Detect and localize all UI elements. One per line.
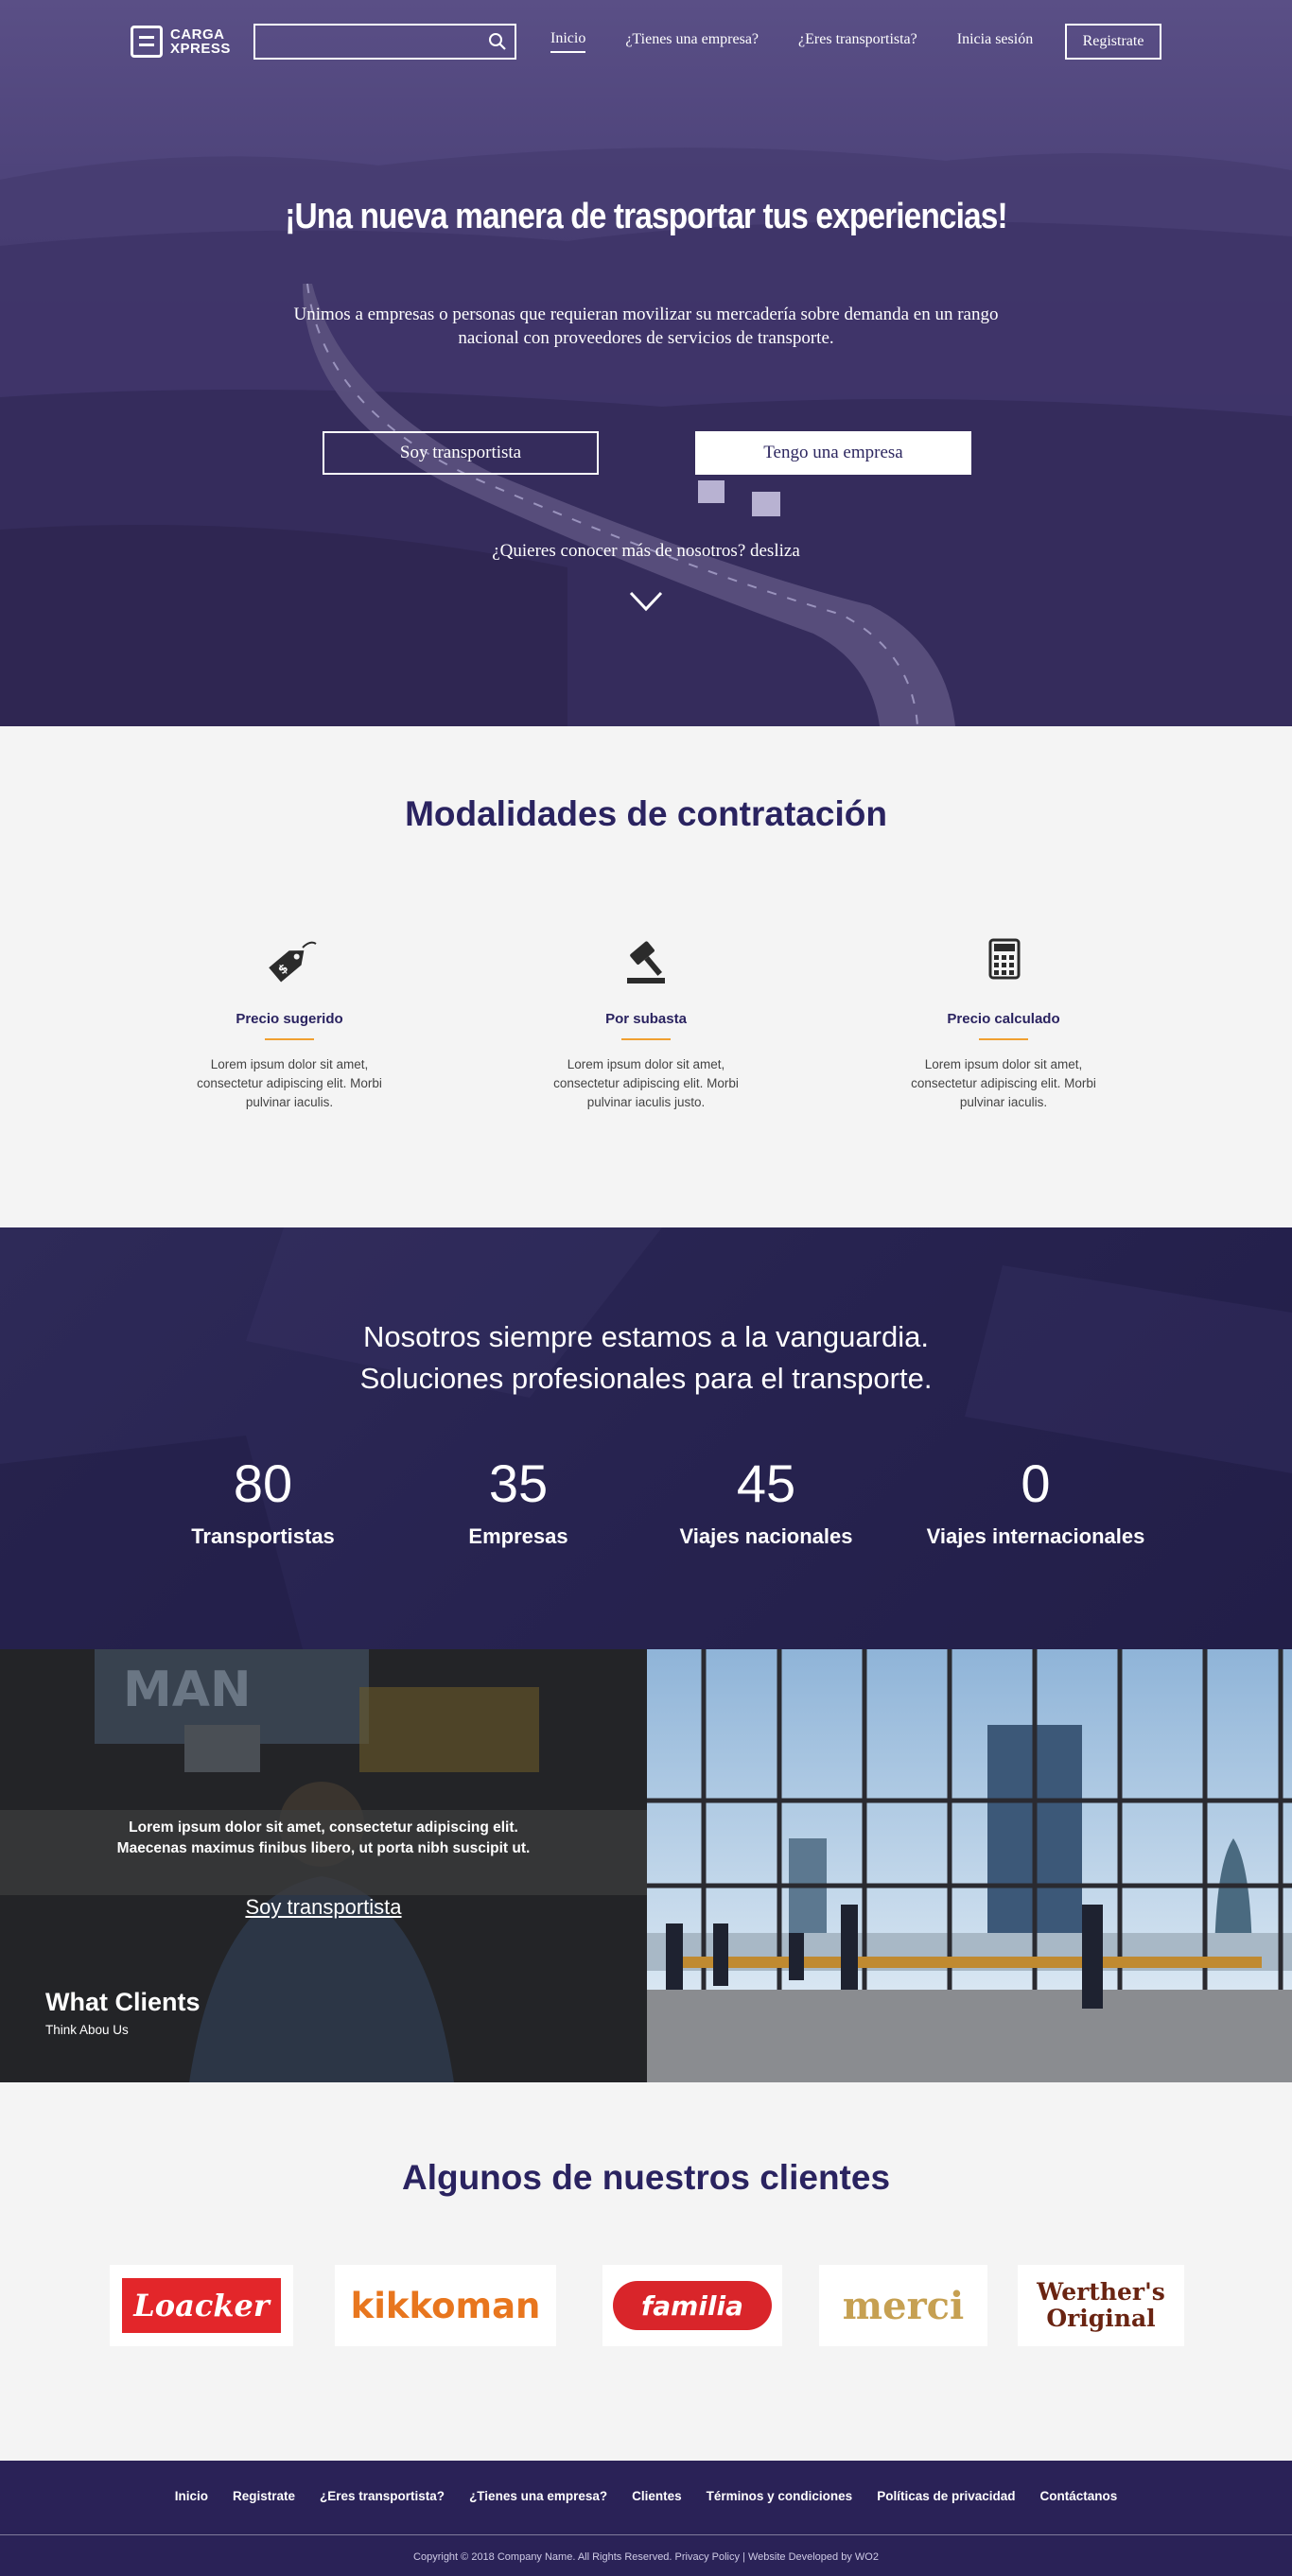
soy-transportista-button[interactable]: Soy transportista <box>323 431 599 475</box>
footer-link-privacidad[interactable]: Políticas de privacidad <box>877 2489 1015 2503</box>
mode-name: Precio calculado <box>947 1011 1060 1027</box>
tengo-empresa-button[interactable]: Tengo una empresa <box>695 431 971 475</box>
kikkoman-logo-text: kikkoman <box>350 2285 541 2326</box>
split-section: MAN Lorem ipsum dolor sit amet, consecte… <box>0 1649 1292 2082</box>
stat-label: Viajes nacionales <box>679 1524 853 1548</box>
stats-section: Nosotros siempre estamos a la vanguardia… <box>0 1227 1292 1649</box>
stat-viajes-nacionales: 45 Viajes nacionales <box>643 1453 889 1549</box>
client-logo-loacker: Loacker <box>110 2265 293 2346</box>
search-input[interactable] <box>253 24 516 60</box>
stat-empresas: 35 Empresas <box>395 1453 641 1549</box>
footer-link-registrate[interactable]: Registrate <box>233 2489 295 2503</box>
gavel-icon <box>627 941 665 983</box>
stats-background-image <box>0 1227 1292 1649</box>
nav-link-transportista[interactable]: ¿Eres transportista? <box>798 31 917 52</box>
city-view-image <box>647 1649 1292 2082</box>
stat-value: 35 <box>488 1453 549 1513</box>
calculator-icon <box>988 938 1021 980</box>
mode-card-precio-sugerido: $ Precio sugerido Lorem ipsum dolor sit … <box>176 934 403 1112</box>
nav-links: Inicio ¿Tienes una empresa? ¿Eres transp… <box>550 23 1073 61</box>
client-logo-merci: merci <box>819 2265 987 2346</box>
mode-card-por-subasta: Por subasta Lorem ipsum dolor sit amet, … <box>533 934 759 1112</box>
testimonial-text: Lorem ipsum dolor sit amet, consectetur … <box>116 1819 531 1856</box>
client-logo-familia: familia <box>602 2265 782 2346</box>
site-logo[interactable]: CARGA XPRESS <box>131 23 231 61</box>
hero-subtitle: Unimos a empresas o personas que requier… <box>293 305 999 348</box>
footer-link-clientes[interactable]: Clientes <box>632 2489 682 2503</box>
familia-logo-text: familia <box>613 2281 772 2330</box>
stats-heading-line2: Soluciones profesionales para el transpo… <box>359 1362 933 1395</box>
footer-copyright: Copyright © 2018 Company Name. All Right… <box>413 2551 879 2563</box>
mode-card-precio-calculado: Precio calculado Lorem ipsum dolor sit a… <box>890 934 1117 1112</box>
stats-heading: Nosotros siempre estamos a la vanguardia… <box>0 1316 1292 1400</box>
caption-title: What Clients <box>45 1988 201 2016</box>
stat-value: 0 <box>1021 1453 1051 1513</box>
office-window-photo <box>647 1649 1292 2082</box>
client-logo-kikkoman: kikkoman <box>335 2265 556 2346</box>
footer-link-terminos[interactable]: Términos y condiciones <box>707 2489 853 2503</box>
stat-label: Transportistas <box>191 1524 335 1548</box>
footer-link-inicio[interactable]: Inicio <box>175 2489 208 2503</box>
clients-section: Algunos de nuestros clientes Loacker kik… <box>0 2082 1292 2461</box>
mode-name: Por subasta <box>605 1011 687 1027</box>
stats-heading-line1: Nosotros siempre estamos a la vanguardia… <box>363 1320 929 1353</box>
soy-transportista-link[interactable]: Soy transportista <box>0 1895 647 1920</box>
stat-label: Empresas <box>468 1524 568 1548</box>
testimonial-caption: What Clients Think Abou Us <box>45 1988 201 2037</box>
stat-viajes-internacionales: 0 Viajes internacionales <box>913 1453 1159 1549</box>
hero-title: ¡Una nueva manera de trasportar tus expe… <box>285 197 1007 236</box>
mode-divider <box>265 1038 314 1040</box>
search-icon[interactable] <box>488 32 507 51</box>
client-logo-werthers: Werther's Original <box>1018 2265 1184 2346</box>
stat-value: 80 <box>233 1453 293 1513</box>
logo-line1: CARGA <box>170 26 225 43</box>
caption-subtitle: Think Abou Us <box>45 2023 129 2037</box>
footer-link-contacto[interactable]: Contáctanos <box>1040 2489 1118 2503</box>
stat-label: Viajes internacionales <box>926 1524 1145 1548</box>
logo-icon <box>131 26 163 58</box>
merci-logo-text: merci <box>842 2283 965 2328</box>
mode-divider <box>621 1038 671 1040</box>
mode-description: Lorem ipsum dolor sit amet, consectetur … <box>553 1057 739 1109</box>
hero-background-highway <box>0 148 1292 726</box>
mode-divider <box>979 1038 1028 1040</box>
footer-divider <box>0 2534 1292 2535</box>
mode-description: Lorem ipsum dolor sit amet, consectetur … <box>911 1057 1096 1109</box>
testimonial-panel: MAN Lorem ipsum dolor sit amet, consecte… <box>0 1649 647 2082</box>
truck-brand-text: MAN <box>123 1662 252 1718</box>
footer-link-empresa[interactable]: ¿Tienes una empresa? <box>469 2489 607 2503</box>
mode-description: Lorem ipsum dolor sit amet, consectetur … <box>197 1057 382 1109</box>
footer-link-transportista[interactable]: ¿Eres transportista? <box>320 2489 445 2503</box>
mode-name: Precio sugerido <box>236 1011 343 1027</box>
logo-line2: XPRESS <box>170 41 231 57</box>
nav-link-empresa[interactable]: ¿Tienes una empresa? <box>625 31 759 52</box>
modes-title: Modalidades de contratación <box>405 794 887 833</box>
register-button[interactable]: Registrate <box>1065 24 1161 60</box>
clients-title: Algunos de nuestros clientes <box>401 2158 891 2197</box>
stat-transportistas: 80 Transportistas <box>140 1453 386 1549</box>
nav-link-login[interactable]: Inicia sesión <box>957 31 1033 52</box>
hero-section: CARGA XPRESS Inicio ¿Tienes una empresa?… <box>0 0 1292 726</box>
footer-links: Inicio Registrate ¿Eres transportista? ¿… <box>0 2489 1292 2503</box>
scroll-prompt: ¿Quieres conocer más de nosotros? desliz… <box>492 541 800 561</box>
werthers-logo-text: Werther's Original <box>1037 2278 1165 2332</box>
stat-value: 45 <box>736 1453 796 1513</box>
chevron-down-icon[interactable] <box>629 590 663 613</box>
top-navbar: CARGA XPRESS Inicio ¿Tienes una empresa?… <box>0 23 1292 61</box>
loacker-logo-text: Loacker <box>122 2278 281 2333</box>
price-tag-icon: $ <box>269 941 317 983</box>
nav-link-inicio[interactable]: Inicio <box>550 30 586 53</box>
modes-section: Modalidades de contratación $ Precio sug… <box>0 726 1292 1227</box>
site-footer: Inicio Registrate ¿Eres transportista? ¿… <box>0 2461 1292 2576</box>
